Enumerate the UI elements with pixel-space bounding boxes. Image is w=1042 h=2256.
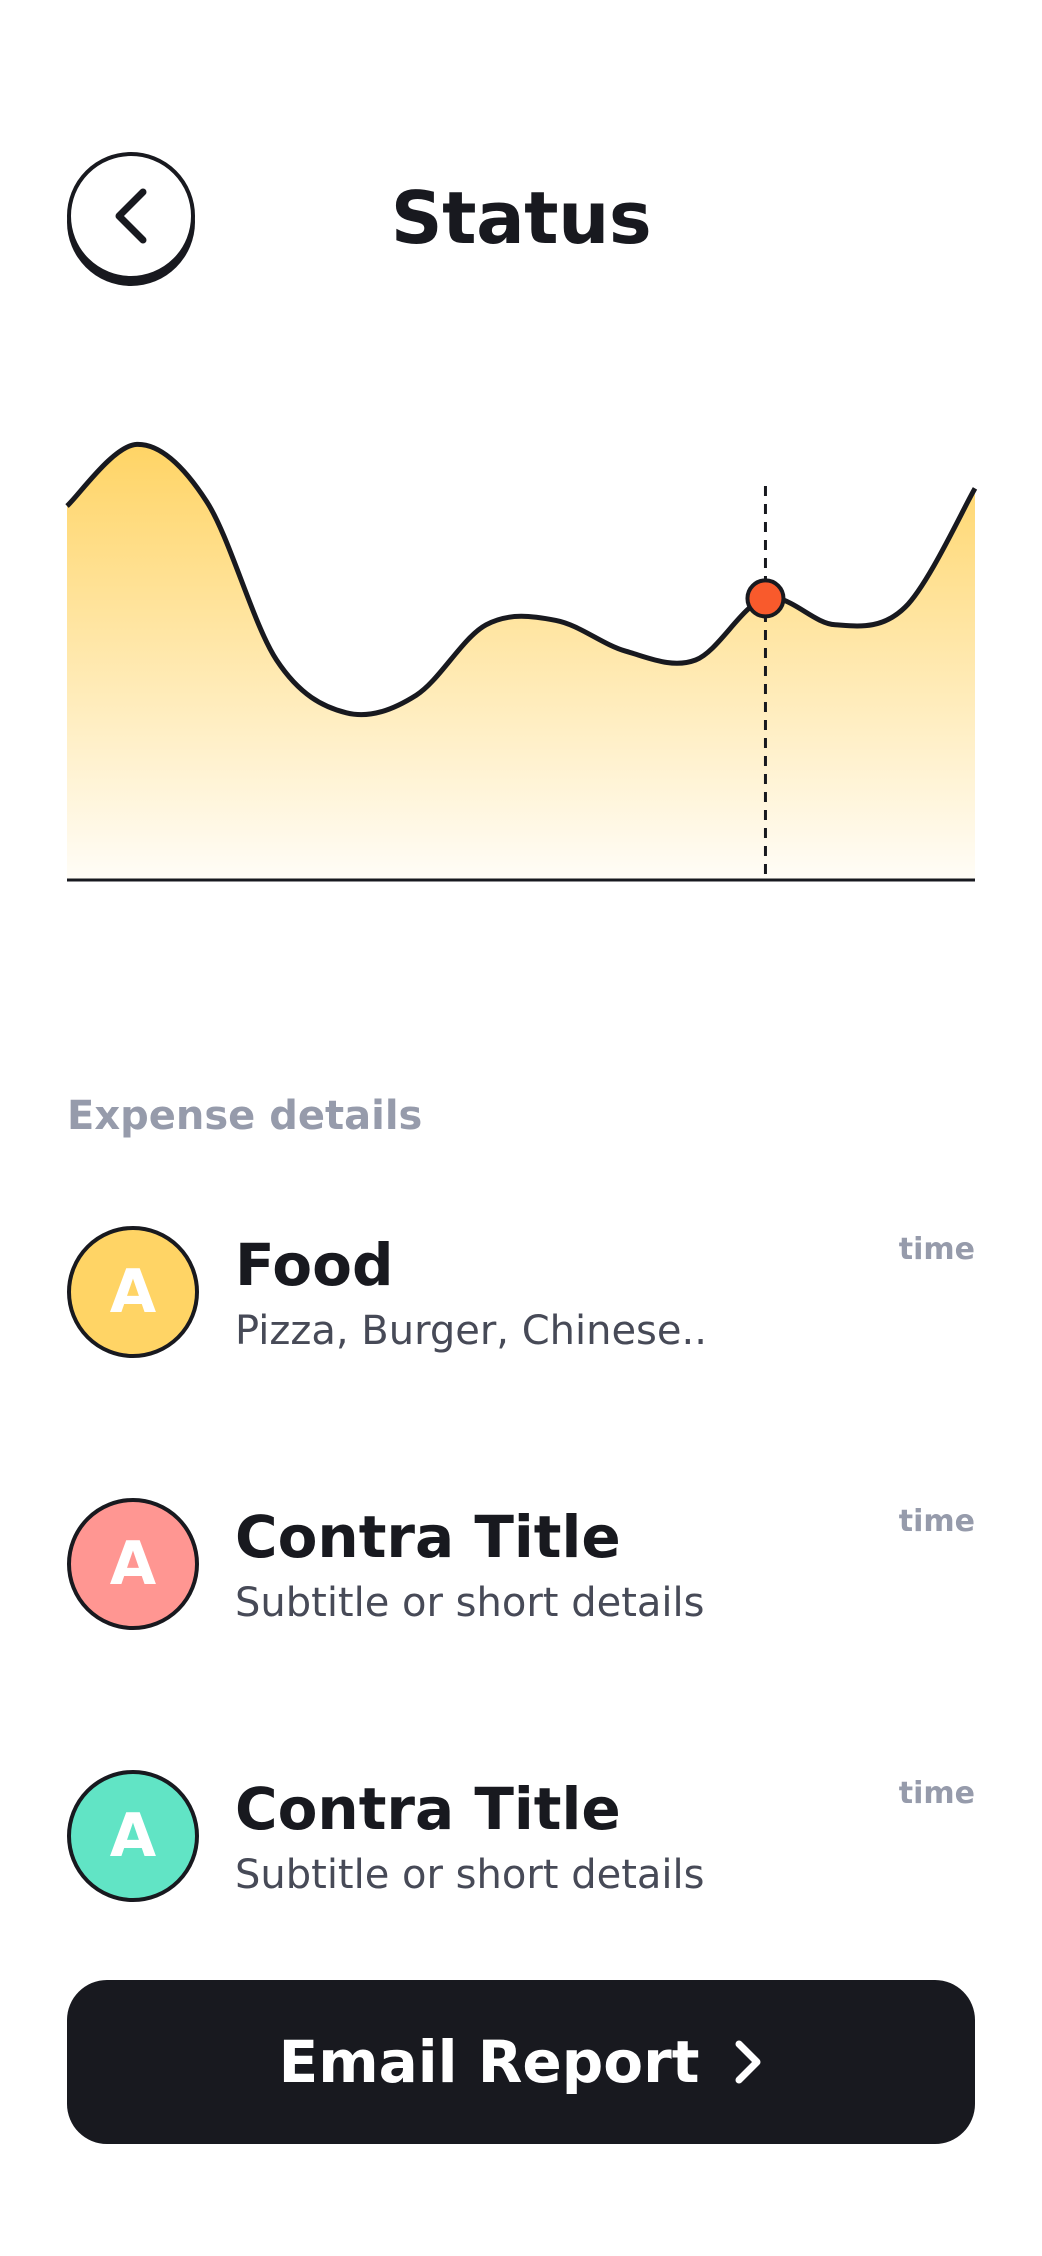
section-label-expense-details: Expense details	[67, 1093, 423, 1139]
avatar: A	[67, 1770, 199, 1902]
status-chart	[65, 441, 978, 882]
avatar: A	[67, 1498, 199, 1630]
email-report-button[interactable]: Email Report	[67, 1980, 975, 2144]
item-time: time	[898, 1504, 975, 1539]
item-time: time	[898, 1776, 975, 1811]
item-title: Contra Title	[235, 1775, 621, 1843]
chart-area-fill	[67, 444, 975, 880]
item-title: Contra Title	[235, 1503, 621, 1571]
item-subtitle: Subtitle or short details	[235, 1852, 705, 1898]
chevron-right-icon	[735, 2040, 761, 2084]
expense-item-contra-2[interactable]: A Contra Title Subtitle or short details…	[67, 1770, 975, 1910]
item-subtitle: Subtitle or short details	[235, 1580, 705, 1626]
expense-item-food[interactable]: A Food Pizza, Burger, Chinese.. time	[67, 1226, 975, 1366]
avatar: A	[67, 1226, 199, 1358]
expense-item-contra-1[interactable]: A Contra Title Subtitle or short details…	[67, 1498, 975, 1638]
chart-highlight-point[interactable]	[745, 578, 786, 619]
item-title: Food	[235, 1231, 394, 1299]
item-time: time	[898, 1232, 975, 1267]
item-subtitle: Pizza, Burger, Chinese..	[235, 1308, 707, 1354]
email-report-label: Email Report	[278, 2028, 700, 2096]
